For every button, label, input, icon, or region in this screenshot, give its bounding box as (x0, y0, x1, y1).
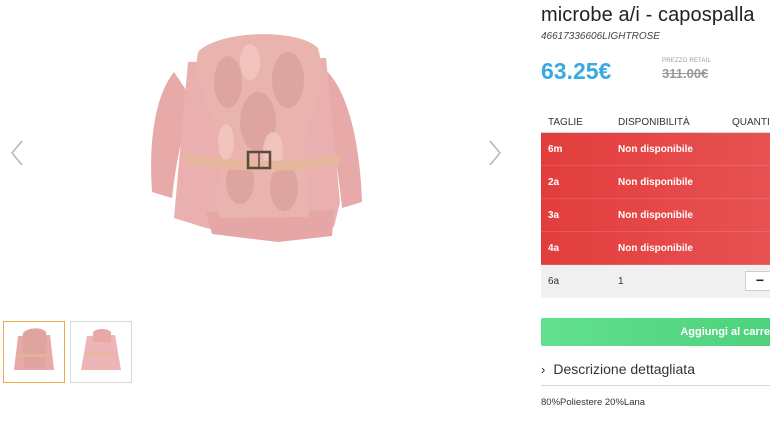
availability-label: 1 (618, 276, 624, 287)
header-availability: DISPONIBILITÀ (618, 117, 690, 128)
size-row: 3a Non disponibile (541, 199, 770, 232)
size-label: 4a (548, 243, 560, 254)
chevron-right-icon[interactable] (486, 138, 504, 168)
product-image (151, 34, 362, 242)
size-label: 2a (548, 177, 560, 188)
chevron-right-icon: › (541, 362, 546, 377)
coat-thumbnail-image (14, 328, 54, 370)
product-title: microbe a/i - capospalla (541, 4, 755, 26)
coat-back-thumbnail-image (81, 329, 121, 370)
size-row: 4a Non disponibile (541, 232, 770, 265)
size-label: 6a (548, 276, 560, 287)
product-gallery (0, 0, 520, 434)
size-label: 3a (548, 210, 560, 221)
size-row: 6m Non disponibile (541, 133, 770, 166)
sizes-table: TAGLIE DISPONIBILITÀ QUANTITÀ 6m Non dis… (541, 110, 770, 298)
availability-label: Non disponibile (618, 210, 693, 221)
quantity-decrease-button[interactable]: − (745, 271, 770, 291)
thumbnail-2[interactable] (70, 321, 132, 383)
availability-label: Non disponibile (618, 144, 693, 155)
material-composition: 80%Poliestere 20%Lana (541, 397, 646, 408)
product-details: microbe a/i - capospalla 46617336606LIGH… (541, 0, 770, 434)
retail-price: 311.00€ (662, 66, 709, 81)
thumbnail-1[interactable] (3, 321, 65, 383)
chevron-left-icon[interactable] (8, 138, 26, 168)
description-toggle[interactable]: › Descrizione dettagliata (541, 361, 770, 386)
product-sku: 46617336606LIGHTROSE (541, 31, 660, 42)
availability-label: Non disponibile (618, 177, 693, 188)
retail-price-label: PREZZO RETAIL (662, 58, 712, 64)
availability-label: Non disponibile (618, 243, 693, 254)
product-price: 63.25€ (541, 58, 612, 84)
header-sizes: TAGLIE (548, 117, 583, 128)
sizes-table-header: TAGLIE DISPONIBILITÀ QUANTITÀ (541, 110, 770, 133)
size-row: 6a 1 − (541, 265, 770, 298)
add-to-cart-button[interactable]: Aggiungi al carrello (541, 318, 770, 346)
size-label: 6m (548, 144, 563, 155)
size-row: 2a Non disponibile (541, 166, 770, 199)
header-quantity: QUANTITÀ (732, 117, 770, 128)
description-toggle-label: Descrizione dettagliata (553, 361, 695, 377)
